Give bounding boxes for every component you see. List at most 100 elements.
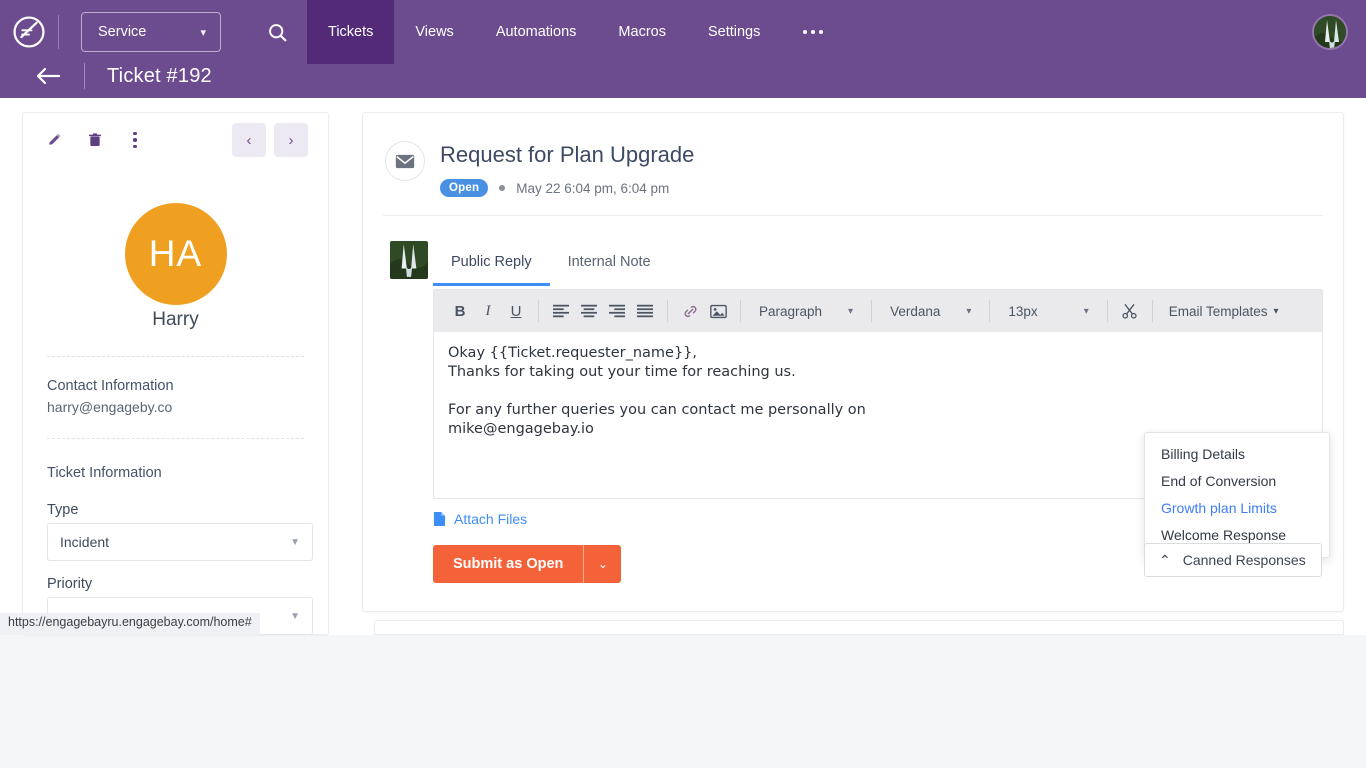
canned-responses-menu: Billing Details End of Conversion Growth… [1144,432,1330,558]
submit-options-button[interactable]: ⌄ [583,545,622,583]
breadcrumb-divider [84,63,85,89]
toolbar-divider [667,300,668,322]
nav-item-views-label: Views [415,24,454,40]
chevron-down-icon: ▾ [848,305,854,317]
priority-label: Priority [47,576,93,592]
file-icon [433,512,446,526]
contact-panel: ‹ › HA Harry Contact Information harry@e… [22,112,329,635]
italic-button[interactable]: I [474,297,502,325]
chevron-down-icon: ▾ [200,26,206,39]
browser-status-url: https://engagebayru.engagebay.com/home# [0,613,260,635]
editor-toolbar: B I U Paragraph ▾ Verdana ▾ 13px ▾ Email… [434,290,1322,332]
back-button[interactable] [34,62,62,90]
divider [383,215,1323,216]
edit-icon [49,134,61,145]
tab-internal-note-label: Internal Note [567,254,651,270]
nav-divider [58,15,59,49]
attach-files-label: Attach Files [454,511,528,527]
ticket-channel-icon-wrap [385,141,425,181]
align-justify-icon [637,304,653,318]
divider [47,356,304,357]
chevron-up-icon: ⌃ [1159,551,1171,568]
previous-ticket-button[interactable]: ‹ [232,123,266,157]
type-select-value: Incident [60,534,110,550]
align-left-icon [553,304,569,318]
type-label: Type [47,502,79,518]
font-family-select[interactable]: Verdana ▾ [880,297,981,325]
ticket-timestamp: May 22 6:04 pm, 6:04 pm [516,180,670,196]
font-size-value: 13px [1008,303,1038,319]
divider [47,438,304,439]
contact-pager: ‹ › [232,123,308,157]
scissors-icon [1122,303,1137,319]
canned-response-label: Billing Details [1161,446,1246,462]
align-justify-button[interactable] [631,297,659,325]
agent-avatar-image [390,241,428,279]
block-format-value: Paragraph [759,303,823,319]
italic-icon: I [485,302,491,319]
next-ticket-button[interactable]: › [274,123,308,157]
edit-button[interactable] [45,129,65,151]
app-page: Service ▾ Tickets Views Automations Macr… [0,0,1366,768]
tab-internal-note[interactable]: Internal Note [550,246,669,286]
dot-icon [803,30,808,34]
insert-image-button[interactable] [704,297,732,325]
bold-icon: B [454,302,466,320]
more-options-button[interactable] [125,129,145,151]
chevron-down-icon: ▼ [290,610,300,622]
nav-item-settings-label: Settings [707,24,761,40]
toolbar-divider [871,300,873,322]
underline-button[interactable]: U [502,297,530,325]
underline-icon: U [510,302,522,320]
agent-avatar [390,241,428,279]
ticket-meta: Open May 22 6:04 pm, 6:04 pm [440,179,669,197]
notes-card-partial [374,620,1344,635]
bold-button[interactable]: B [446,297,474,325]
canned-response-label: Welcome Response [1161,527,1287,543]
canned-response-item[interactable]: End of Conversion [1145,468,1329,495]
align-center-icon [581,304,597,318]
tab-public-reply[interactable]: Public Reply [433,246,550,286]
dot-icon [819,30,824,34]
toolbar-divider [538,300,539,322]
align-center-button[interactable] [575,297,603,325]
contact-avatar-initials: HA [148,233,203,274]
canned-responses-button[interactable]: ⌃ Canned Responses [1144,543,1322,577]
image-icon [709,304,727,318]
email-icon [395,154,415,168]
chevron-down-icon: ▾ [1273,305,1279,317]
align-right-button[interactable] [603,297,631,325]
dot-icon [811,30,816,34]
user-avatar-image [1314,16,1346,48]
delete-button[interactable] [85,129,105,151]
align-left-button[interactable] [547,297,575,325]
toolbar-divider [1151,300,1153,322]
submit-as-open-button[interactable]: Submit as Open [433,545,584,583]
chevron-down-icon: ⌄ [597,557,608,571]
more-options-icon [126,131,144,149]
canned-responses-label: Canned Responses [1182,552,1306,568]
attach-files-button[interactable]: Attach Files [433,511,527,527]
contact-email: harry@engageby.co [47,399,173,415]
type-select[interactable]: Incident ▼ [47,523,313,561]
canned-response-label: Growth plan Limits [1161,500,1277,516]
canned-response-label: End of Conversion [1161,473,1277,489]
contact-toolbar [45,129,145,151]
user-avatar[interactable] [1312,14,1348,50]
snippet-button[interactable] [1116,297,1144,325]
email-templates-dropdown[interactable]: Email Templates ▾ [1161,304,1287,319]
search-icon [268,23,286,41]
block-format-select[interactable]: Paragraph ▾ [749,297,863,325]
insert-link-button[interactable] [676,297,704,325]
product-switcher[interactable]: Service ▾ [81,12,221,52]
font-size-select[interactable]: 13px ▾ [998,297,1098,325]
delete-icon [89,133,101,146]
status-badge: Open [440,179,489,197]
nav-item-macros-label: Macros [618,24,666,40]
toolbar-divider [740,300,741,322]
email-templates-label: Email Templates [1168,303,1268,319]
chevron-left-icon: ‹ [246,131,252,149]
canned-response-item[interactable]: Growth plan Limits [1145,495,1329,522]
submit-split-button: Submit as Open ⌄ [433,545,622,583]
canned-response-item[interactable]: Billing Details [1145,441,1329,468]
